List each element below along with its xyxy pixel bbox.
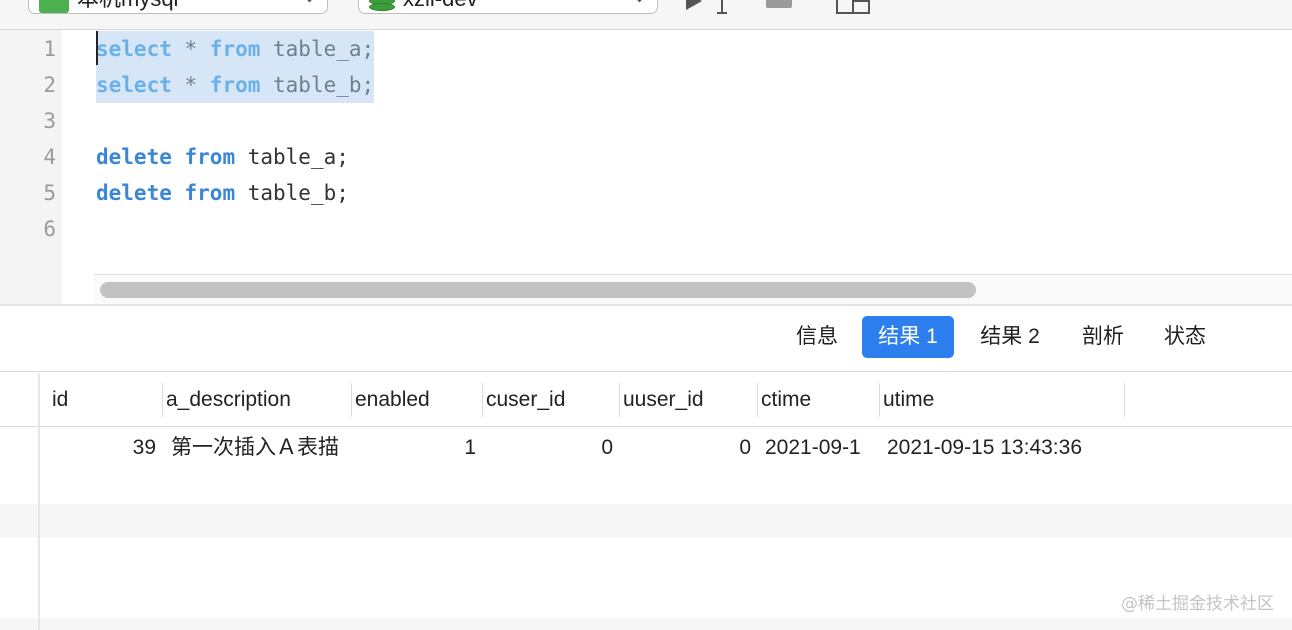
empty-row <box>0 504 1292 538</box>
column-divider[interactable] <box>1124 383 1125 417</box>
sql-identifier: table_b; <box>260 73 375 97</box>
column-header-uuser-id[interactable]: uuser_id <box>619 373 753 427</box>
column-header-a-description[interactable]: a_description <box>162 373 348 427</box>
chevron-down-icon <box>631 0 648 3</box>
cell-cuser-id[interactable]: 0 <box>482 429 619 467</box>
text-caret <box>96 31 98 65</box>
sql-keyword: select <box>96 37 172 61</box>
row-header-divider <box>38 373 40 630</box>
stop-icon[interactable] <box>766 0 792 8</box>
sql-editor[interactable]: 1 2 3 4 5 6 select * from table_a; selec… <box>0 30 1292 304</box>
code-line-1[interactable]: select * from table_a; <box>96 31 375 67</box>
line-number: 5 <box>43 181 56 205</box>
watermark-text: @稀土掘金技术社区 <box>1121 594 1274 614</box>
sql-identifier: table_a; <box>260 37 375 61</box>
sql-identifier: table_a; <box>235 145 349 169</box>
code-line-2[interactable]: select * from table_b; <box>96 67 375 103</box>
column-header-ctime[interactable]: ctime <box>757 373 875 427</box>
cell-enabled[interactable]: 1 <box>351 429 482 467</box>
sql-space <box>172 181 185 205</box>
sql-operator: * <box>171 37 210 61</box>
sql-keyword: from <box>209 73 261 97</box>
empty-row <box>0 618 1292 630</box>
line-number-gutter: 1 2 3 4 5 6 <box>0 30 62 304</box>
sql-keyword: delete <box>96 145 172 169</box>
connection-label: 本机mysql <box>77 0 178 14</box>
line-number: 2 <box>43 73 56 97</box>
sql-keyword: delete <box>96 181 172 205</box>
tab-result-2[interactable]: 结果 2 <box>968 316 1052 358</box>
cell-uuser-id[interactable]: 0 <box>619 429 757 467</box>
sql-operator: * <box>171 73 210 97</box>
horizontal-scrollbar-thumb[interactable] <box>100 282 976 298</box>
explain-icon[interactable] <box>836 0 870 14</box>
tab-result-1[interactable]: 结果 1 <box>862 316 954 358</box>
database-dropdown[interactable]: xzll-dev <box>358 0 658 14</box>
sql-keyword: from <box>184 181 236 205</box>
line-number: 1 <box>43 37 56 61</box>
sql-identifier: table_b; <box>235 181 349 205</box>
column-header-cuser-id[interactable]: cuser_id <box>482 373 616 427</box>
line-number: 6 <box>43 217 56 241</box>
sql-space <box>172 145 185 169</box>
sql-keyword: from <box>209 37 261 61</box>
cell-a-description[interactable]: 第一次插入Ａ表描 <box>165 429 351 467</box>
code-line-5[interactable]: delete from table_b; <box>96 175 349 211</box>
database-icon <box>369 0 395 15</box>
line-number: 3 <box>43 109 56 133</box>
connection-dropdown[interactable]: 本机mysql <box>28 0 328 14</box>
tab-info[interactable]: 信息 <box>786 316 848 358</box>
toolbar: 本机mysql xzll-dev <box>0 0 1292 30</box>
database-label: xzll-dev <box>403 0 478 14</box>
code-line-4[interactable]: delete from table_a; <box>96 139 349 175</box>
cell-ctime[interactable]: 2021-09-1 <box>759 429 879 467</box>
tab-profile[interactable]: 剖析 <box>1072 316 1134 358</box>
cell-id[interactable]: 39 <box>40 429 162 467</box>
table-row[interactable]: 39 第一次插入Ａ表描 1 0 0 2021-09-1 2021-09-15 1… <box>0 429 1292 467</box>
column-header-id[interactable]: id <box>48 373 158 427</box>
run-selected-icon[interactable] <box>716 0 728 14</box>
result-tabbar: 信息 结果 1 结果 2 剖析 状态 <box>0 306 1292 372</box>
column-header-enabled[interactable]: enabled <box>351 373 479 427</box>
line-number: 4 <box>43 145 56 169</box>
run-icon[interactable] <box>686 0 702 10</box>
tab-status[interactable]: 状态 <box>1154 316 1216 358</box>
grid-header: id a_description enabled cuser_id uuser_… <box>0 373 1292 427</box>
sql-keyword: select <box>96 73 172 97</box>
column-header-utime[interactable]: utime <box>879 373 1121 427</box>
result-grid: id a_description enabled cuser_id uuser_… <box>0 373 1292 630</box>
connection-icon <box>39 0 69 13</box>
sql-keyword: from <box>184 145 236 169</box>
chevron-down-icon <box>301 0 318 3</box>
cell-utime[interactable]: 2021-09-15 13:43:36 <box>881 429 1131 467</box>
